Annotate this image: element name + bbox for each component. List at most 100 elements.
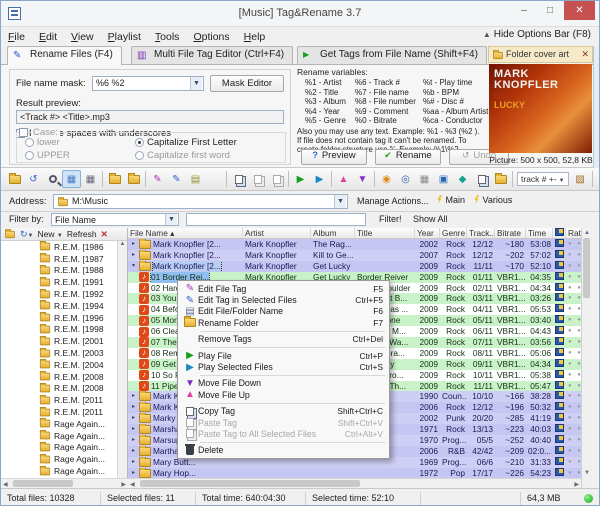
tab-multi-file-tag-editor[interactable]: ▥ Multi File Tag Editor (Ctrl+F4) — [131, 46, 293, 64]
toolbar-search-button[interactable] — [43, 170, 62, 188]
column-header-bitrate[interactable]: Bitrate — [495, 228, 526, 238]
expand-arrow-icon[interactable]: ▸ — [130, 250, 137, 261]
tree-item[interactable]: R.E.M. [2011 — [1, 394, 118, 406]
toolbar-tag-fields-button[interactable]: ▧ — [571, 170, 590, 188]
menu-item-play-file[interactable]: ▶Play FileCtrl+P — [178, 350, 389, 361]
menu-item-rename-folder[interactable]: Rename FolderF7 — [178, 317, 389, 328]
close-button[interactable]: ✕ — [564, 1, 595, 20]
menu-edit[interactable]: Edit — [32, 29, 64, 45]
column-header-artist[interactable]: Artist — [243, 228, 311, 238]
menu-item-move-file-down[interactable]: ▼Move File Down — [178, 378, 389, 389]
menu-item-delete[interactable]: Delete — [178, 445, 389, 456]
chevron-down-icon[interactable]: ▼ — [190, 77, 202, 90]
address-combo[interactable]: M:\Music ▼ — [53, 194, 348, 209]
tree-item[interactable]: R.E.M. [1992 — [1, 288, 118, 300]
album-row[interactable]: ▸Mark Knopfler [2...Mark KnopflerThe Rag… — [128, 239, 591, 250]
new-button[interactable]: New ▼ — [38, 229, 63, 239]
column-header-genre[interactable]: Genre — [440, 228, 467, 238]
toolbar-undo-button[interactable]: ↺ — [24, 170, 43, 188]
expand-arrow-icon[interactable]: ▸ — [130, 435, 137, 446]
expand-arrow-icon[interactable]: ▸ — [130, 468, 137, 479]
manage-actions-button[interactable]: Manage Actions... — [357, 196, 429, 206]
menu-view[interactable]: View — [64, 29, 101, 45]
toolbar-play-file-button[interactable]: ▶ — [291, 170, 310, 188]
tree-item[interactable]: R.E.M. [2003 — [1, 347, 118, 359]
maximize-button[interactable]: □ — [537, 1, 563, 20]
action-main-button[interactable]: Main — [436, 194, 465, 205]
toolbar-folder-up-button[interactable] — [105, 170, 124, 188]
toolbar-auto-fix-button[interactable]: ◆ — [453, 170, 472, 188]
chevron-down-icon[interactable]: ▼ — [165, 214, 177, 225]
preview-button[interactable]: ?Preview — [301, 149, 367, 165]
toolbar-paste-tag-button[interactable] — [248, 170, 267, 188]
column-header-album[interactable]: Album — [311, 228, 355, 238]
tree-item[interactable]: R.E.M. [2001 — [1, 335, 118, 347]
hide-options-bar-button[interactable]: ▲Hide Options Bar (F8) — [483, 29, 591, 40]
column-header-track[interactable]: Track... — [467, 228, 495, 238]
toolbar-play-selected-button[interactable]: ▶ — [310, 170, 329, 188]
case-upper-radio[interactable] — [25, 151, 34, 160]
refresh-icon[interactable]: ↻▼ — [20, 229, 34, 240]
show-all-button[interactable]: Show All — [413, 214, 448, 224]
menu-playlist[interactable]: Playlist — [101, 29, 148, 45]
column-header-title[interactable]: Title — [355, 228, 415, 238]
tree-item[interactable]: R.E.M. [2008 — [1, 371, 118, 383]
menu-item-edit-file-tag[interactable]: ✎Edit File TagF5 — [178, 283, 389, 294]
expand-arrow-icon[interactable]: ▸ — [130, 457, 137, 468]
file-name-cell[interactable]: ▸Mary Hop... — [128, 468, 243, 479]
column-header-picture[interactable] — [553, 228, 566, 238]
case-checkbox[interactable] — [19, 128, 28, 137]
toolbar-tag-window-button[interactable]: ▣ — [434, 170, 453, 188]
tree-item[interactable]: Rage Again... — [1, 453, 118, 465]
toolbar-export-tag-button[interactable]: ▤ — [186, 170, 205, 188]
toolbar-edit-tag-multi-button[interactable]: ✎ — [167, 170, 186, 188]
filter-button[interactable]: Filter! — [379, 214, 402, 224]
tree-item[interactable]: Rage Again... — [1, 465, 118, 477]
toolbar-edit-tag-button[interactable]: ✎ — [148, 170, 167, 188]
file-name-mask-combo[interactable]: %6 %2▼ — [92, 76, 204, 91]
tree-item[interactable]: R.E.M. [2008 — [1, 383, 118, 395]
close-cover-panel-icon[interactable]: ✕ — [581, 49, 589, 60]
toolbar-folder-actions-button[interactable] — [491, 170, 510, 188]
expand-arrow-icon[interactable]: ▸ — [130, 424, 137, 435]
menu-file[interactable]: File — [1, 29, 32, 45]
case-capitalize-first-word-radio[interactable] — [135, 151, 144, 160]
filter-field-combo[interactable]: File Name▼ — [51, 213, 179, 226]
refresh-button[interactable]: Refresh — [67, 229, 97, 239]
tree-item[interactable]: Rage Again... — [1, 418, 118, 430]
menu-tools[interactable]: Tools — [148, 29, 187, 45]
chevron-down-icon[interactable]: ▼ — [334, 195, 346, 208]
tree-vertical-scrollbar[interactable]: ▲ — [117, 241, 127, 478]
tree-item[interactable]: R.E.M. [2011 — [1, 406, 118, 418]
chevron-down-icon[interactable]: ▼ — [559, 178, 565, 184]
menu-item-copy-tag[interactable]: Copy TagShift+Ctrl+C — [178, 406, 389, 417]
tree-item[interactable]: R.E.M. [1987 — [1, 253, 118, 265]
toolbar-copy-structure-button[interactable] — [472, 170, 491, 188]
menu-options[interactable]: Options — [186, 29, 236, 45]
toolbar-rename-folder-button[interactable] — [205, 170, 224, 188]
menu-help[interactable]: Help — [237, 29, 273, 45]
menu-item-edit-file-folder-name[interactable]: ▤Edit File/Folder NameF6 — [178, 306, 389, 317]
close-pane-icon[interactable]: ✕ — [101, 229, 108, 240]
tree-item[interactable]: R.E.M. [1994 — [1, 300, 118, 312]
filter-text-input[interactable] — [186, 213, 366, 226]
track-number-combo[interactable]: track # +-▼ — [517, 172, 569, 186]
expand-arrow-icon[interactable]: ▸ — [130, 391, 137, 402]
expand-arrow-icon[interactable]: ▸ — [130, 413, 137, 424]
menu-item-remove-tags[interactable]: Remove TagsCtrl+Del — [178, 334, 389, 345]
toolbar-move-down-button[interactable]: ▼ — [353, 170, 372, 188]
expand-arrow-icon[interactable]: ▸ — [130, 446, 137, 457]
expand-arrow-icon[interactable]: ▸ — [130, 402, 137, 413]
tree-item[interactable]: R.E.M. [1986 — [1, 241, 118, 253]
toolbar-folder-new-button[interactable] — [124, 170, 143, 188]
case-lower-radio[interactable] — [25, 138, 34, 147]
file-name-cell[interactable]: ▸Mark Knopfler [2... — [128, 239, 243, 250]
case-capitalize-first-letter-radio[interactable] — [135, 138, 144, 147]
toolbar-copy-tag-button[interactable] — [229, 170, 248, 188]
toolbar-id3-converter-button[interactable]: ◉ — [377, 170, 396, 188]
toolbar-options-panel-button[interactable]: ▦ — [62, 170, 81, 188]
rename-button[interactable]: ✔Rename — [375, 149, 441, 165]
menu-item-edit-tag-in-selected-files[interactable]: ✎Edit Tag in Selected FilesCtrl+F5 — [178, 294, 389, 305]
collapsed-panel-strip[interactable] — [593, 46, 599, 168]
toolbar-online-search-button[interactable]: ● — [595, 170, 600, 188]
